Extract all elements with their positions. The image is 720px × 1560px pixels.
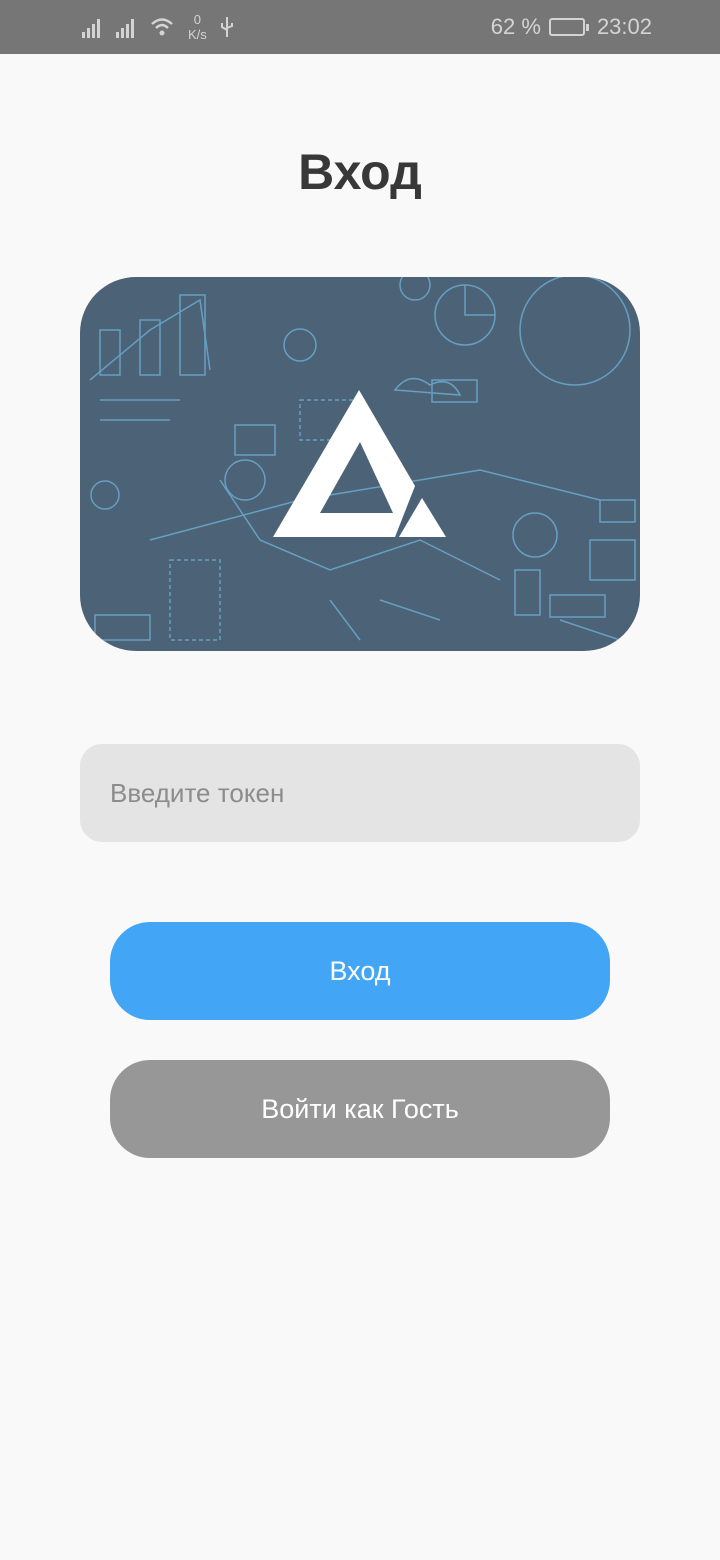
banner-image (80, 277, 640, 651)
login-button[interactable]: Вход (110, 922, 610, 1020)
speed-unit: K/s (188, 27, 207, 42)
page-title: Вход (298, 144, 422, 200)
signal-icon (82, 19, 100, 38)
clock: 23:02 (596, 14, 652, 39)
network-speed: 0 K/s (188, 12, 207, 42)
wifi-icon (151, 18, 173, 36)
logo-icon (89, 277, 636, 641)
token-input[interactable] (80, 744, 640, 842)
battery-percent: 62 % (490, 14, 541, 39)
usb-icon (220, 17, 233, 37)
speed-value: 0 (193, 12, 202, 27)
signal-icon-2 (116, 19, 134, 38)
status-bar: 0 K/s 62 % 23:02 (0, 0, 720, 54)
battery-charging-icon (548, 18, 589, 36)
guest-login-button[interactable]: Войти как Гость (110, 1060, 610, 1158)
